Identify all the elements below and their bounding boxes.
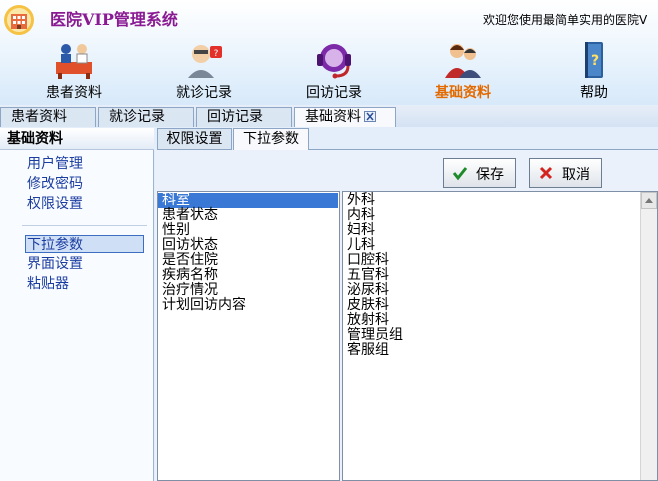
nav-basic-data[interactable]: 基础资料	[418, 38, 508, 102]
help-book-icon: ?	[585, 42, 603, 78]
list-item[interactable]: 疾病名称	[158, 268, 339, 283]
nav-patients[interactable]: 患者资料	[29, 38, 119, 102]
list-item[interactable]: 是否住院	[158, 253, 339, 268]
close-icon[interactable]	[364, 111, 376, 122]
svg-text:?: ?	[591, 53, 599, 69]
list-item[interactable]: 内科	[343, 208, 657, 223]
checkmark-icon	[452, 167, 468, 181]
sidebar-item-ui-settings[interactable]: 界面设置	[27, 255, 83, 273]
list-item[interactable]: 五官科	[343, 268, 657, 283]
list-item[interactable]: 性别	[158, 223, 339, 238]
subtab-dropdown-params[interactable]: 下拉参数	[233, 128, 309, 150]
welcome-text: 欢迎您使用最简单实用的医院V	[483, 13, 648, 27]
param-value-list[interactable]: 外科 内科 妇科 儿科 口腔科 五官科 泌尿科 皮肤科 放射科 管理员组 客服组	[342, 191, 658, 481]
tab-followups[interactable]: 回访记录	[196, 107, 292, 127]
list-item[interactable]: 皮肤科	[343, 298, 657, 313]
headset-icon	[317, 44, 351, 79]
tab-patients[interactable]: 患者资料	[0, 107, 96, 127]
sidebar-item-clipboard[interactable]: 粘贴器	[27, 275, 69, 293]
document-tabbar: 患者资料 就诊记录 回访记录 基础资料	[0, 105, 658, 127]
nav-followups[interactable]: 回访记录	[289, 38, 379, 102]
scroll-up-arrow[interactable]	[641, 192, 657, 209]
scrollbar[interactable]	[640, 192, 657, 480]
list-item[interactable]: 口腔科	[343, 253, 657, 268]
nav-visits[interactable]: ? 就诊记录	[159, 38, 249, 102]
subtabbar: 权限设置 下拉参数	[155, 128, 658, 150]
save-label: 保存	[476, 167, 504, 183]
param-category-list[interactable]: 科室 患者状态 性别 回访状态 是否住院 疾病名称 治疗情况 计划回访内容	[157, 191, 340, 481]
tab-label: 基础资料	[305, 109, 361, 125]
app-title: 医院VIP管理系统	[50, 10, 178, 29]
list-item[interactable]: 泌尿科	[343, 283, 657, 298]
list-items: 外科 内科 妇科 儿科 口腔科 五官科 泌尿科 皮肤科 放射科 管理员组 客服组	[343, 192, 657, 358]
cancel-label: 取消	[562, 167, 590, 183]
nav-label: 就诊记录	[176, 85, 232, 101]
list-item[interactable]: 儿科	[343, 238, 657, 253]
nav-label: 基础资料	[435, 85, 491, 101]
save-button[interactable]: 保存	[443, 158, 516, 188]
sidebar-item-dropdown-params[interactable]: 下拉参数	[25, 235, 144, 253]
list-item[interactable]: 管理员组	[343, 328, 657, 343]
svg-text:?: ?	[214, 49, 219, 59]
list-item[interactable]: 回访状态	[158, 238, 339, 253]
sidebar-title: 基础资料	[0, 128, 154, 150]
tab-visits[interactable]: 就诊记录	[98, 107, 194, 127]
list-item[interactable]: 治疗情况	[158, 283, 339, 298]
sidebar-item-change-password[interactable]: 修改密码	[27, 175, 83, 193]
list-items: 科室 患者状态 性别 回访状态 是否住院 疾病名称 治疗情况 计划回访内容	[158, 192, 339, 313]
nav-label: 患者资料	[46, 85, 102, 101]
tab-basic-data[interactable]: 基础资料	[294, 107, 396, 127]
list-item[interactable]: 外科	[343, 193, 657, 208]
cross-icon	[539, 166, 553, 180]
nav-label: 帮助	[580, 85, 608, 101]
nav-label: 回访记录	[306, 85, 362, 101]
list-item[interactable]: 患者状态	[158, 208, 339, 223]
list-item[interactable]: 放射科	[343, 313, 657, 328]
list-item[interactable]: 妇科	[343, 223, 657, 238]
doctor-icon: ?	[188, 45, 222, 78]
sidebar: 基础资料 用户管理 修改密码 权限设置 下拉参数 界面设置 粘贴器	[0, 128, 154, 481]
sidebar-item-user-management[interactable]: 用户管理	[27, 155, 83, 173]
list-item[interactable]: 计划回访内容	[158, 298, 339, 313]
sidebar-item-permissions[interactable]: 权限设置	[27, 195, 83, 213]
list-item[interactable]: 客服组	[343, 343, 657, 358]
users-icon	[445, 44, 481, 78]
nav-help[interactable]: ? 帮助	[549, 38, 639, 102]
list-item[interactable]: 科室	[158, 193, 338, 208]
app-header: 医院VIP管理系统 欢迎您使用最简单实用的医院V 患者资料 ? 就诊记录 回访记…	[0, 0, 658, 105]
cancel-button[interactable]: 取消	[529, 158, 602, 188]
subtab-permissions[interactable]: 权限设置	[157, 128, 232, 150]
patient-desk-icon	[56, 44, 92, 79]
sidebar-divider	[22, 225, 147, 226]
hospital-logo-icon	[4, 5, 34, 35]
